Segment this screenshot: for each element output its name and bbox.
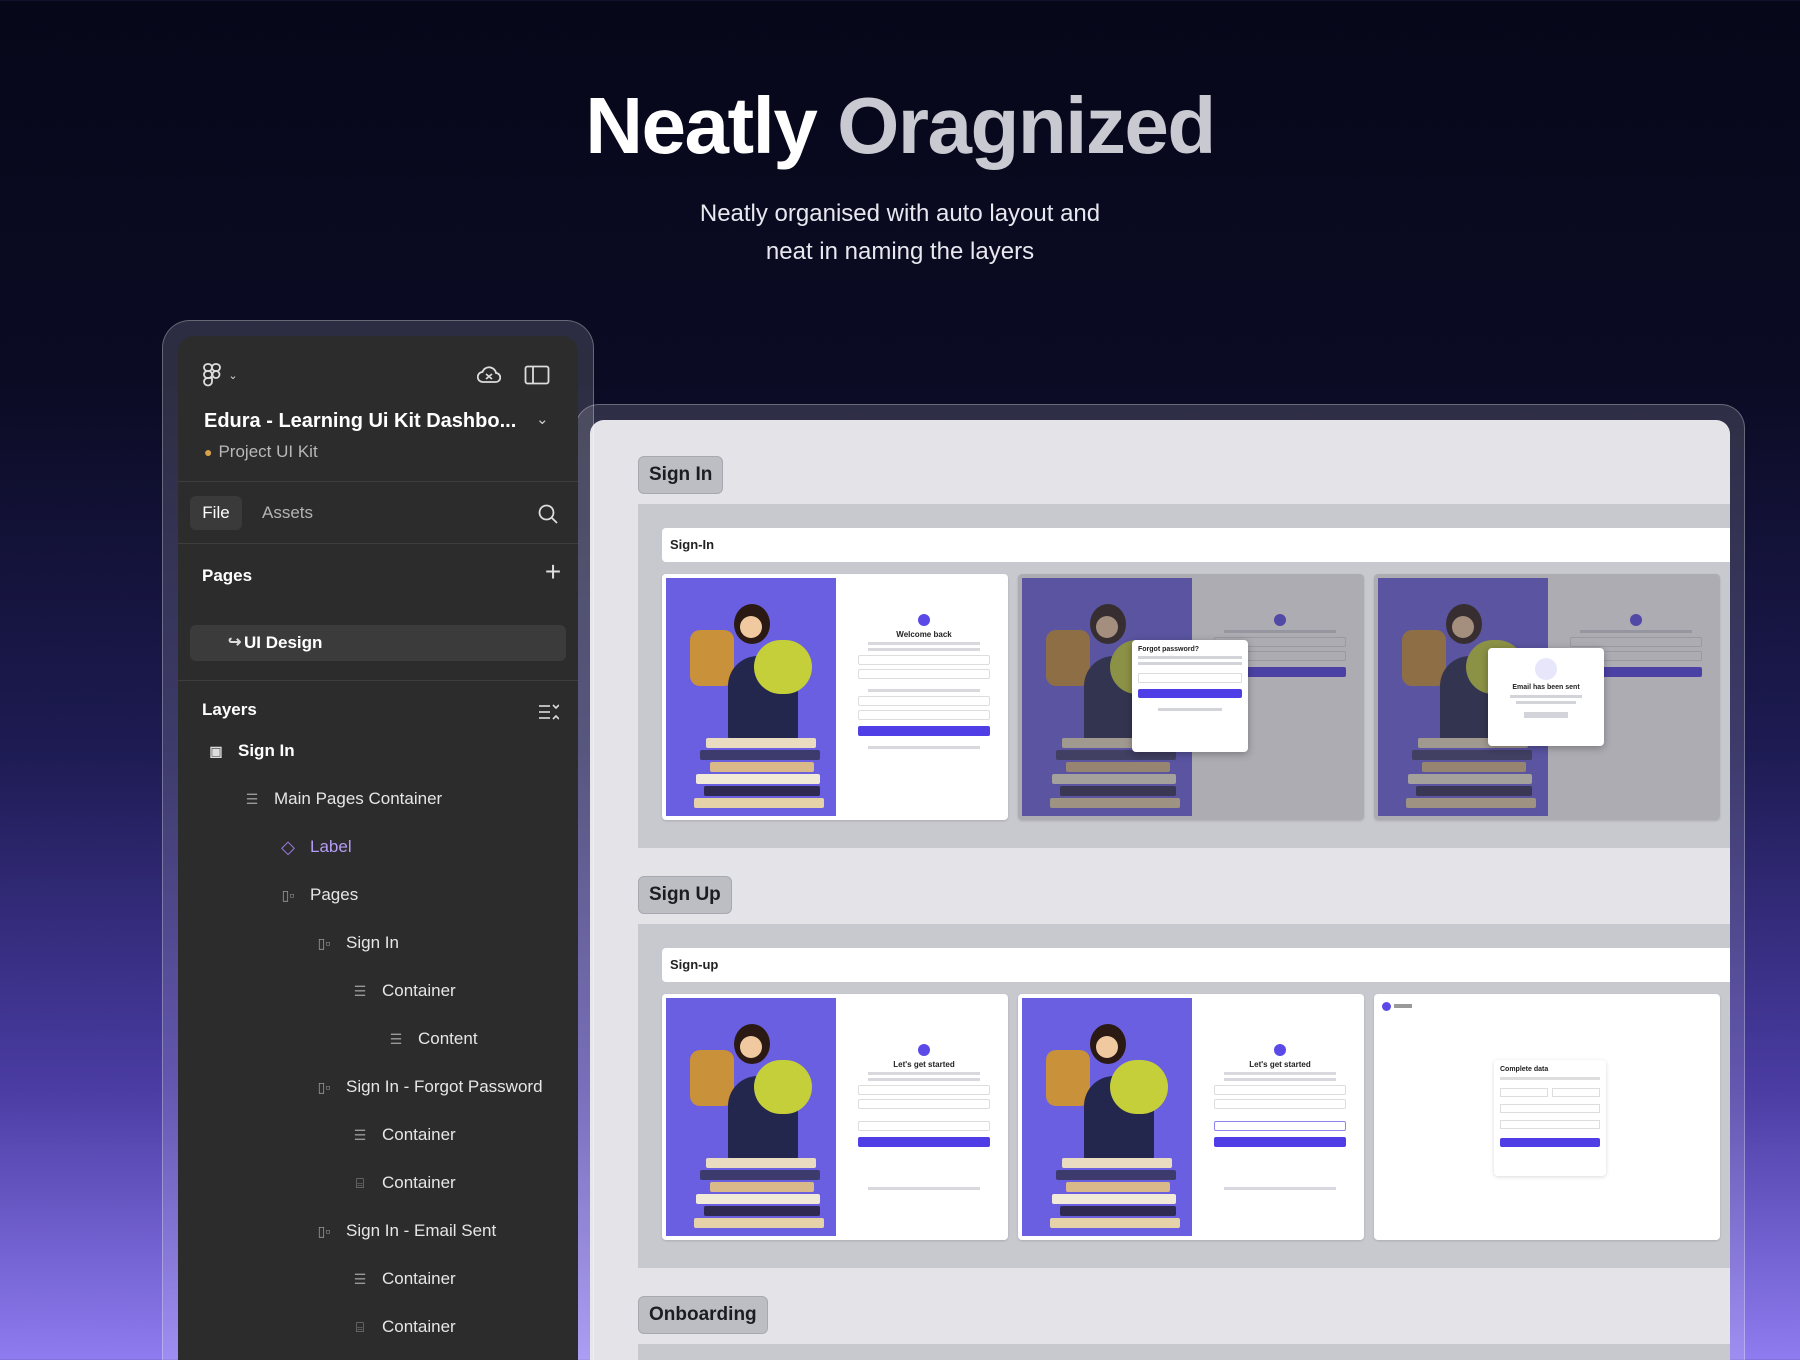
mail-icon <box>1535 658 1557 680</box>
section-label-onboarding[interactable]: Onboarding <box>638 1296 768 1334</box>
section-onboarding[interactable] <box>638 1344 1730 1360</box>
screen-thumbnail[interactable]: Welcome back <box>662 574 1008 820</box>
illustration <box>666 578 836 816</box>
hero-title-part1: Neatly <box>585 81 818 170</box>
auto-layout-horizontal-icon: ▯▫ <box>317 1079 331 1095</box>
sign-up-form: Let's get started <box>1214 1044 1346 1193</box>
screen-title: Complete data <box>1500 1066 1549 1073</box>
auto-layout-vertical-icon: ☰ <box>353 983 367 999</box>
layer-label: Main Pages Container <box>274 789 443 808</box>
sidebar-toggle-icon[interactable] <box>522 362 552 388</box>
screen-thumbnail[interactable]: Email has been sent <box>1374 574 1720 820</box>
layer-row[interactable]: ▯▫ Sign In - Email Sent <box>318 1216 497 1246</box>
email-sent-modal: Email has been sent <box>1488 648 1604 746</box>
layer-row[interactable]: ▯▫ Sign In - Forgot Password <box>318 1072 543 1102</box>
hero-subtitle-line1: Neatly organised with auto layout and <box>699 200 1101 227</box>
figma-logo-icon <box>203 363 222 387</box>
layer-row[interactable]: ⌸ Container <box>356 1312 456 1342</box>
section-inner-label[interactable]: Sign-up <box>662 948 1730 982</box>
component-instance-icon: ◇ <box>281 837 295 857</box>
pages-heading: Pages <box>202 566 253 585</box>
layer-label: Sign In <box>238 741 295 760</box>
money-bag-icon: ● <box>204 444 213 460</box>
screen-title: Welcome back <box>896 630 952 639</box>
hero-subtitle: Neatly organised with auto layout and ne… <box>0 195 1800 271</box>
tab-file[interactable]: File <box>190 496 242 530</box>
page-item-ui-design[interactable]: ↪ UI Design <box>190 625 566 661</box>
sign-up-form: Let's get started <box>858 1044 990 1193</box>
chevron-down-icon[interactable]: ⌄ <box>536 410 549 428</box>
collapse-layers-icon[interactable] <box>534 700 562 724</box>
screen-title: Let's get started <box>893 1060 955 1069</box>
file-title[interactable]: Edura - Learning Ui Kit Dashbo... <box>204 410 516 433</box>
layer-label: Container <box>382 981 456 1000</box>
layer-row[interactable]: ☰ Container <box>354 1264 456 1294</box>
screen-thumbnail[interactable]: Let's get started <box>1018 994 1364 1240</box>
hero-subtitle-line2: neat in naming the layers <box>765 238 1035 265</box>
layer-label: Content <box>418 1029 478 1048</box>
layer-label: Pages <box>310 885 359 904</box>
illustration <box>666 998 836 1236</box>
screen-title: Let's get started <box>1249 1060 1311 1069</box>
layer-row[interactable]: ▣ Sign In <box>209 736 295 766</box>
section-sign-up[interactable]: Sign-up Let's get started Let's get star… <box>638 924 1730 1268</box>
auto-layout-vertical-icon: ☰ <box>353 1127 367 1143</box>
layer-label: Label <box>310 837 352 856</box>
frame-absolute-icon: ⌸ <box>355 1319 365 1335</box>
layer-label: Container <box>382 1173 456 1192</box>
auto-layout-vertical-icon: ☰ <box>353 1271 367 1287</box>
page-link-arrow-icon: ↪ <box>228 634 242 651</box>
layer-label: Sign In - Forgot Password <box>346 1077 543 1096</box>
project-label: Project UI Kit <box>218 442 318 461</box>
layer-label: Container <box>382 1317 456 1336</box>
layer-label: Container <box>382 1125 456 1144</box>
layer-label: Container <box>382 1269 456 1288</box>
illustration <box>1022 998 1192 1236</box>
auto-layout-horizontal-icon: ▯▫ <box>317 935 331 951</box>
layer-row[interactable]: ◇ Label <box>281 832 352 862</box>
screen-thumbnail[interactable]: Let's get started <box>662 994 1008 1240</box>
section-sign-in[interactable]: Sign-In Welcome back Forgot password? Em… <box>638 504 1730 848</box>
frame-absolute-icon: ⌸ <box>355 1175 365 1191</box>
layer-row[interactable]: ☰ Content <box>390 1024 478 1054</box>
layer-row[interactable]: ☰ Main Pages Container <box>246 784 443 814</box>
layers-heading: Layers <box>202 700 257 719</box>
frame-icon: ▣ <box>209 743 223 759</box>
screen-thumbnail[interactable]: Forgot password? <box>1018 574 1364 820</box>
hero-title-part2: Oragnized <box>837 81 1216 170</box>
project-name[interactable]: ● Project UI Kit <box>204 442 318 462</box>
layer-row[interactable]: ⌸ Container <box>356 1168 456 1198</box>
search-icon[interactable] <box>534 500 562 528</box>
layer-label: Sign In <box>346 933 399 952</box>
layer-row[interactable]: ☰ Container <box>354 976 456 1006</box>
auto-layout-horizontal-icon: ▯▫ <box>281 887 295 903</box>
design-canvas[interactable]: Sign In Sign-In Welcome back Forgot pass… <box>590 420 1730 1360</box>
layer-row[interactable]: ▯▫ Sign In <box>318 928 399 958</box>
figma-layers-panel: ⌄ Edura - Learning Ui Kit Dashbo... ⌄ ● P… <box>178 336 578 1360</box>
section-label-sign-up[interactable]: Sign Up <box>638 876 732 914</box>
add-page-button[interactable]: + <box>538 558 568 588</box>
figma-menu-button[interactable]: ⌄ <box>198 360 242 390</box>
auto-layout-vertical-icon: ☰ <box>245 791 259 807</box>
sign-in-form: Welcome back <box>858 614 990 752</box>
layer-label: Sign In - Email Sent <box>346 1221 497 1240</box>
layer-row[interactable]: ▯▫ Pages <box>282 880 359 910</box>
section-inner-label[interactable]: Sign-In <box>662 528 1730 562</box>
chevron-down-icon: ⌄ <box>228 369 238 382</box>
auto-layout-horizontal-icon: ▯▫ <box>317 1223 331 1239</box>
hero-title: Neatly Oragnized <box>0 82 1800 170</box>
screen-title: Forgot password? <box>1138 646 1200 653</box>
section-label-sign-in[interactable]: Sign In <box>638 456 724 494</box>
complete-data-card: Complete data <box>1494 1060 1606 1176</box>
screen-title: Email has been sent <box>1512 684 1580 691</box>
cloud-offline-icon[interactable] <box>474 362 504 388</box>
auto-layout-vertical-icon: ☰ <box>389 1031 403 1047</box>
page-item-label: UI Design <box>244 633 323 652</box>
tab-assets[interactable]: Assets <box>262 496 313 530</box>
layer-row[interactable]: ☰ Container <box>354 1120 456 1150</box>
screen-thumbnail[interactable]: Complete data <box>1374 994 1720 1240</box>
forgot-password-modal: Forgot password? <box>1132 640 1248 752</box>
